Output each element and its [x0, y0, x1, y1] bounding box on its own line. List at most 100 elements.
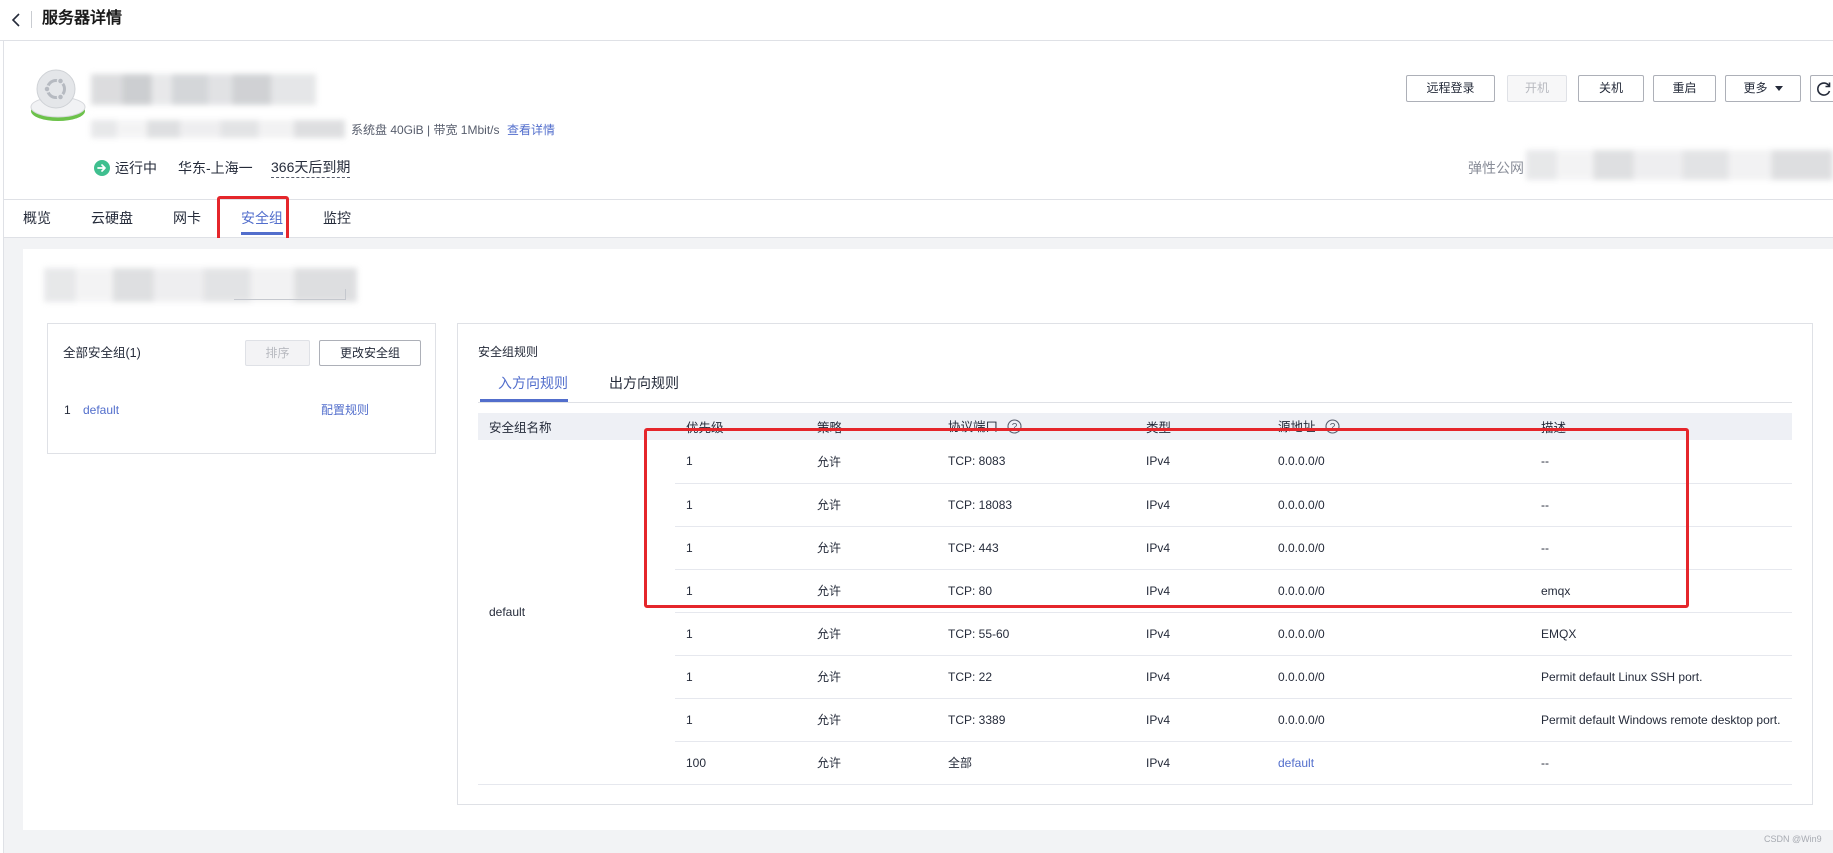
type-cell: IPv4 — [1135, 569, 1267, 613]
tab-security-groups[interactable]: 安全组 — [241, 207, 283, 229]
type-cell: IPv4 — [1135, 655, 1267, 699]
ubuntu-os-icon — [30, 69, 86, 121]
policy-cell: 允许 — [806, 483, 937, 527]
configure-rules-link[interactable]: 配置规则 — [321, 401, 369, 419]
policy-value: 允许 — [817, 584, 842, 598]
column-header-type: 类型 — [1135, 413, 1267, 440]
back-button[interactable] — [9, 10, 25, 30]
table-row: default 1 允许 TCP: 8083 IPv4 0.0.0.0/0 -- — [478, 440, 1792, 785]
help-icon[interactable]: ? — [1007, 419, 1022, 437]
column-header-label: 描述 — [1541, 421, 1567, 435]
expiry-text[interactable]: 366天后到期 — [271, 158, 351, 178]
source-cell: default — [1267, 741, 1530, 785]
description-cell: Permit default Windows remote desktop po… — [1530, 698, 1792, 742]
priority-cell: 1 — [675, 483, 806, 527]
priority-cell: 1 — [675, 526, 806, 570]
column-header-label: 优先级 — [686, 421, 724, 435]
restart-button[interactable]: 重启 — [1653, 75, 1716, 102]
type-value: IPv4 — [1146, 454, 1171, 469]
port-cell: TCP: 80 — [937, 569, 1135, 613]
column-header-label: 协议端口 — [948, 420, 999, 434]
description-cell: -- — [1530, 483, 1792, 527]
priority-value: 1 — [686, 497, 693, 512]
type-cell: IPv4 — [1135, 483, 1267, 527]
os-icon-wrapper — [27, 64, 89, 129]
source-group-link[interactable]: default — [1278, 756, 1314, 770]
port-value: 全部 — [948, 756, 973, 770]
port-cell: 全部 — [937, 741, 1135, 785]
priority-value: 1 — [686, 626, 693, 641]
more-button-label: 更多 — [1743, 81, 1768, 95]
redacted-server-specs — [91, 120, 345, 138]
column-header-description: 描述 — [1530, 413, 1792, 440]
type-cell: IPv4 — [1135, 440, 1267, 484]
svg-text:?: ? — [1329, 422, 1335, 433]
priority-cell: 1 — [675, 655, 806, 699]
port-value: TCP: 80 — [948, 583, 993, 598]
table-row: 1 允许 TCP: 80 IPv4 0.0.0.0/0 emqx — [478, 569, 1792, 613]
type-value: IPv4 — [1146, 540, 1171, 555]
priority-value: 1 — [686, 540, 693, 555]
policy-value: 允许 — [817, 670, 842, 684]
security-group-list-title: 全部安全组(1) — [63, 346, 141, 360]
redacted-input-edge — [345, 289, 346, 300]
description-value: -- — [1541, 497, 1549, 512]
remote-login-button[interactable]: 远程登录 — [1406, 75, 1495, 102]
policy-cell: 允许 — [806, 526, 937, 570]
tab-nics[interactable]: 网卡 — [173, 207, 201, 229]
source-cell: 0.0.0.0/0 — [1267, 655, 1530, 699]
priority-cell: 1 — [675, 569, 806, 613]
source-value: 0.0.0.0/0 — [1278, 712, 1325, 727]
svg-text:?: ? — [1012, 422, 1018, 433]
redacted-input-underline — [234, 299, 346, 300]
column-header-policy: 策略 — [806, 413, 937, 440]
source-value: 0.0.0.0/0 — [1278, 626, 1325, 641]
source-value: 0.0.0.0/0 — [1278, 540, 1325, 555]
port-cell: TCP: 8083 — [937, 440, 1135, 484]
rules-table-body: default 1 允许 TCP: 8083 IPv4 0.0.0.0/0 -- 1 允许 TCP… — [478, 440, 1792, 785]
tab-monitoring[interactable]: 监控 — [323, 207, 351, 229]
power-on-button[interactable]: 开机 — [1507, 75, 1567, 102]
region-text: 华东-上海一 — [178, 160, 253, 176]
help-icon[interactable]: ? — [1324, 419, 1340, 437]
policy-value: 允许 — [817, 454, 842, 469]
power-off-button[interactable]: 关机 — [1578, 75, 1644, 102]
page-title: 服务器详情 — [42, 10, 123, 27]
source-cell: 0.0.0.0/0 — [1267, 483, 1530, 527]
header-bottom-border — [0, 40, 1833, 41]
priority-value: 1 — [686, 669, 693, 684]
description-cell: Permit default Linux SSH port. — [1530, 655, 1792, 699]
description-value: -- — [1541, 755, 1549, 770]
policy-value: 允许 — [817, 713, 842, 727]
column-header-group-name: 安全组名称 — [478, 413, 675, 440]
source-cell: 0.0.0.0/0 — [1267, 440, 1530, 484]
group-name-link[interactable]: default — [83, 401, 119, 419]
refresh-button[interactable] — [1810, 75, 1833, 102]
chevron-down-icon — [1774, 86, 1783, 92]
status-text: 运行中 — [115, 160, 157, 176]
more-button[interactable]: 更多 — [1725, 75, 1801, 102]
tab-outbound-rules[interactable]: 出方向规则 — [609, 373, 679, 393]
policy-cell: 允许 — [806, 440, 937, 484]
active-tab-indicator — [241, 232, 283, 235]
tab-disks[interactable]: 云硬盘 — [91, 207, 133, 229]
policy-cell: 允许 — [806, 655, 937, 699]
type-value: IPv4 — [1146, 497, 1171, 512]
description-cell: -- — [1530, 440, 1792, 484]
source-value: 0.0.0.0/0 — [1278, 583, 1325, 598]
source-cell: 0.0.0.0/0 — [1267, 569, 1530, 613]
priority-cell: 1 — [675, 612, 806, 656]
tab-overview[interactable]: 概览 — [23, 207, 51, 229]
type-value: IPv4 — [1146, 669, 1171, 684]
view-details-link[interactable]: 查看详情 — [507, 122, 555, 138]
watermark: CSDN @Win9 — [1764, 834, 1822, 844]
port-value: TCP: 18083 — [948, 497, 1013, 512]
sort-button[interactable]: 排序 — [245, 340, 310, 366]
change-security-group-button[interactable]: 更改安全组 — [319, 340, 421, 366]
column-header-source: 源地址? — [1267, 413, 1530, 440]
policy-value: 允许 — [817, 498, 842, 512]
eip-label: 弹性公网 — [1468, 160, 1524, 176]
port-value: TCP: 443 — [948, 540, 999, 555]
tab-inbound-rules[interactable]: 入方向规则 — [498, 373, 568, 393]
priority-value: 100 — [686, 755, 707, 770]
